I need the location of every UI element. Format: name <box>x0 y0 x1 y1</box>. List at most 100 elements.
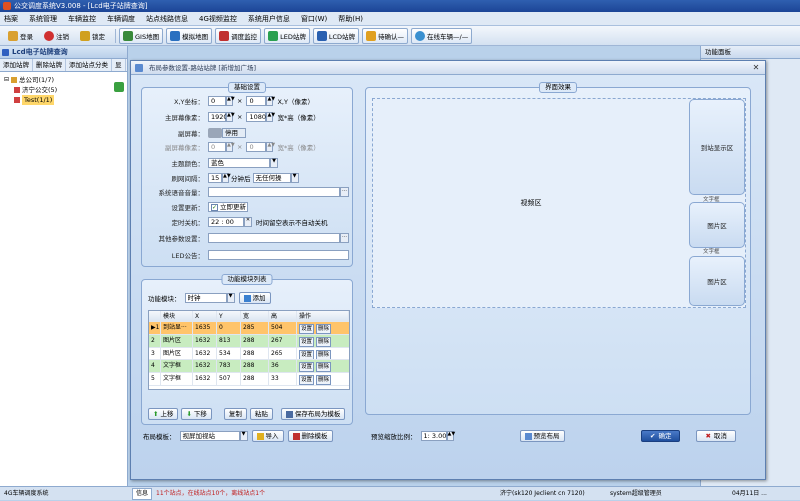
menu-item-archive[interactable]: 档案 <box>4 14 18 24</box>
row-delete-button[interactable]: 删除 <box>315 362 331 373</box>
row-settings-button[interactable]: 设置 <box>299 375 315 385</box>
tree-node-test[interactable]: Test(1/1) <box>4 95 123 105</box>
volume-row: 系统语音音量： … <box>158 187 349 197</box>
tab-delete-sign[interactable]: 删除站牌 <box>33 59 66 71</box>
clear-time-button[interactable]: ✕ <box>244 217 252 227</box>
import-icon <box>256 432 264 440</box>
y-spinner[interactable]: ▲▼ <box>266 96 275 106</box>
shutdown-row: 定时关机： 22 : 00 ✕ 时间留空表示不自动关机 <box>171 217 328 227</box>
theme-select[interactable]: 蓝色 <box>208 158 270 168</box>
row-settings-button[interactable]: 设置 <box>299 336 315 347</box>
menu-item-help[interactable]: 帮助(H) <box>338 14 363 24</box>
menu-bar: 档案 系统管理 车辆监控 车辆调度 站点线路信息 4G视频监控 系统用户信息 窗… <box>0 12 800 26</box>
lock-button[interactable]: 锁定 <box>76 28 109 44</box>
lcd-sign-button[interactable]: LCD站牌 <box>312 27 359 44</box>
sim-map-button[interactable]: 模拟地图 <box>166 27 213 44</box>
xy-row: X,Y坐标： 0 ▲▼ × 0 ▲▼ X,Y（像素） <box>174 96 314 106</box>
refresh-mode-select[interactable]: 无任何操 <box>252 173 291 183</box>
table-row[interactable]: ▶1 到站显··· 1635 0 285 504 设置 删除 <box>149 322 349 335</box>
image-region-1[interactable]: 图片区 <box>689 202 745 248</box>
cancel-button[interactable]: ✖ 取消 <box>696 430 736 442</box>
chevron-down-icon[interactable]: ▼ <box>226 293 235 303</box>
subscreen-width-input[interactable]: 0 <box>208 142 226 152</box>
menu-item-dispatch[interactable]: 车辆调度 <box>107 14 135 24</box>
menu-item-lines[interactable]: 站点线路信息 <box>146 14 188 24</box>
tree-node-jining[interactable]: 济宁公交(5) <box>4 85 123 95</box>
subscreen-toggle-switch[interactable] <box>208 128 222 138</box>
tree-node-company[interactable]: ⊟ 总公司(1/7) <box>4 75 123 85</box>
move-up-button[interactable]: ⬆ 上移 <box>148 408 179 420</box>
menu-item-window[interactable]: 窗口(W) <box>301 14 327 24</box>
map-icon <box>123 30 133 41</box>
tab-add-category[interactable]: 添加站点分类 <box>66 59 112 71</box>
close-icon[interactable]: ✕ <box>751 63 761 73</box>
subscreen-height-input[interactable]: 0 <box>246 142 267 152</box>
dispatch-monitor-button[interactable]: 调度监控 <box>215 27 262 44</box>
delete-template-button[interactable]: 删除模板 <box>287 430 333 442</box>
menu-item-users[interactable]: 系统用户信息 <box>248 14 290 24</box>
row-delete-button[interactable]: 删除 <box>315 349 331 360</box>
menu-item-system[interactable]: 系统管理 <box>29 14 57 24</box>
paste-button[interactable]: 粘贴 <box>249 408 273 420</box>
tab-add-sign[interactable]: 添加站牌 <box>0 59 33 71</box>
refresh-spinner[interactable]: ▲▼ <box>222 173 231 183</box>
copy-button[interactable]: 复制 <box>223 408 247 420</box>
table-row[interactable]: 3 图片区 1632 534 288 265 设置 删除 <box>149 347 349 361</box>
other-params-input[interactable] <box>208 233 340 243</box>
preview-group: 界面效果 视频区 到站显示区 文字框 图片区 文字框 图片区 <box>365 82 751 415</box>
preview-layout-button[interactable]: 预览布局 <box>519 430 565 442</box>
chevron-down-icon[interactable]: ▼ <box>270 158 278 168</box>
y-input[interactable]: 0 <box>246 96 267 106</box>
lcd-icon <box>2 49 9 56</box>
width-spinner[interactable]: ▲▼ <box>226 112 235 122</box>
refresh-input[interactable]: 15 <box>208 173 222 183</box>
ok-button[interactable]: ✔ 确定 <box>641 430 681 442</box>
online-vehicles-button[interactable]: 在线车辆—/— <box>411 27 473 44</box>
volume-input[interactable] <box>208 187 340 197</box>
x-input[interactable]: 0 <box>208 96 226 106</box>
status-tab[interactable]: 信息 <box>132 488 153 500</box>
ellipsis-button[interactable]: … <box>340 233 349 243</box>
row-delete-button[interactable]: 删除 <box>315 336 331 347</box>
move-down-button[interactable]: ⬇ 下移 <box>181 408 212 420</box>
menu-item-video[interactable]: 4G视频监控 <box>199 14 237 24</box>
row-delete-button[interactable]: 删除 <box>315 324 331 334</box>
row-delete-button[interactable]: 删除 <box>315 375 331 385</box>
template-select[interactable]: 视屏加视站 <box>179 431 240 441</box>
add-module-button[interactable]: 添加 <box>238 292 271 304</box>
image-region-2[interactable]: 图片区 <box>689 256 745 306</box>
zoom-ratio-input[interactable]: 1: 3.00 <box>420 431 447 441</box>
table-row[interactable]: 5 文字框 1632 507 288 33 设置 删除 <box>149 373 349 386</box>
table-row[interactable]: 4 文字框 1632 783 288 36 设置 删除 <box>149 360 349 374</box>
update-now-checkbox[interactable]: ✓ 立即更新 <box>208 202 248 212</box>
row-settings-button[interactable]: 设置 <box>299 362 315 373</box>
subheight-spinner[interactable]: ▲▼ <box>266 142 275 152</box>
height-spinner[interactable]: ▲▼ <box>266 112 275 122</box>
table-row[interactable]: 2 图片区 1632 813 288 267 设置 删除 <box>149 334 349 348</box>
led-notice-input[interactable] <box>208 250 349 260</box>
led-sign-button[interactable]: LED站牌 <box>264 27 310 44</box>
menu-item-monitor[interactable]: 车辆监控 <box>68 14 96 24</box>
tab-show[interactable]: 显 <box>112 59 126 71</box>
row-settings-button[interactable]: 设置 <box>299 349 315 360</box>
video-region[interactable]: 视频区 <box>373 99 689 307</box>
screen-height-input[interactable]: 1080 <box>246 112 267 122</box>
login-button[interactable]: 登录 <box>4 28 37 44</box>
refresh-icon[interactable] <box>114 82 124 92</box>
row-settings-button[interactable]: 设置 <box>299 324 315 334</box>
chevron-down-icon[interactable]: ▼ <box>290 173 299 183</box>
subwidth-spinner[interactable]: ▲▼ <box>226 142 235 152</box>
module-select[interactable]: 时钟 <box>184 293 227 303</box>
shutdown-time-input[interactable]: 22 : 00 <box>208 217 244 227</box>
zoom-spinner[interactable]: ▲▼ <box>446 431 455 441</box>
save-template-button[interactable]: 保存布局为模板 <box>280 408 346 420</box>
ellipsis-button[interactable]: … <box>340 187 349 197</box>
import-button[interactable]: 导入 <box>251 430 284 442</box>
x-spinner[interactable]: ▲▼ <box>226 96 235 106</box>
logout-button[interactable]: 注销 <box>40 28 73 44</box>
arrival-display-region[interactable]: 到站显示区 <box>689 99 745 195</box>
pending-confirm-button[interactable]: 待确认— <box>362 27 408 44</box>
screen-width-input[interactable]: 1920 <box>208 112 228 122</box>
chevron-down-icon[interactable]: ▼ <box>239 431 248 441</box>
gis-map-button[interactable]: GIS地图 <box>119 27 164 44</box>
